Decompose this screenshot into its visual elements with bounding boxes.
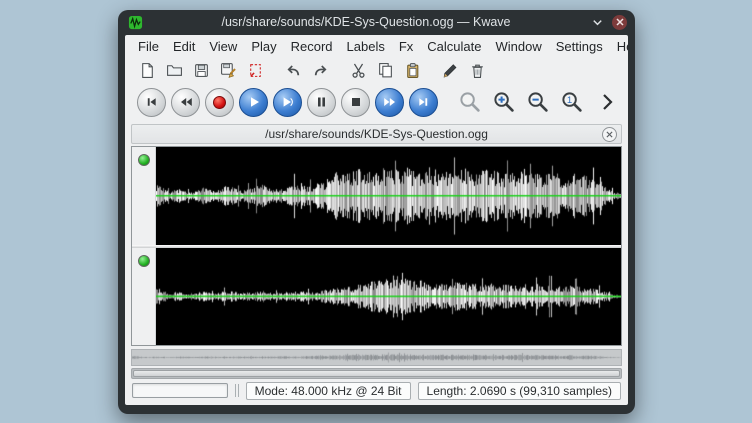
menubar: File Edit View Play Record Labels Fx Cal… <box>125 35 628 57</box>
record-icon <box>213 96 226 109</box>
toolbar-playback: 1 <box>125 83 628 123</box>
record-button[interactable] <box>205 88 234 117</box>
minimize-button[interactable] <box>588 13 606 31</box>
skip-to-end-icon <box>417 96 430 108</box>
window-content: File Edit View Play Record Labels Fx Cal… <box>125 35 628 405</box>
erase-button[interactable] <box>440 60 461 81</box>
redo-icon <box>312 62 329 79</box>
menu-settings[interactable]: Settings <box>549 38 610 56</box>
redo-button[interactable] <box>310 60 331 81</box>
menu-view[interactable]: View <box>202 38 244 56</box>
menu-labels[interactable]: Labels <box>340 38 392 56</box>
app-icon <box>126 13 144 31</box>
open-file-button[interactable] <box>164 60 185 81</box>
channel-1-waveform[interactable] <box>156 147 621 245</box>
undo-button[interactable] <box>283 60 304 81</box>
tab-close-button[interactable] <box>602 127 617 142</box>
stop-icon <box>351 97 361 107</box>
channel-2-enabled-led[interactable] <box>138 255 150 267</box>
zoom-in-icon <box>492 90 516 114</box>
save-file-button[interactable] <box>191 60 212 81</box>
desktop: { "window": { "title": "/usr/share/sound… <box>0 0 752 423</box>
menu-calculate[interactable]: Calculate <box>420 38 488 56</box>
signal-view <box>131 146 622 346</box>
menu-edit[interactable]: Edit <box>166 38 202 56</box>
zoom-toolbar-group: 1 <box>457 89 585 115</box>
zoom-selection-icon <box>458 90 482 114</box>
zoom-normal-icon: 1 <box>560 90 584 114</box>
fast-forward-icon <box>383 96 397 108</box>
menu-window[interactable]: Window <box>489 38 549 56</box>
cut-icon <box>350 62 367 79</box>
status-mode: Mode: 48.000 kHz @ 24 Bit <box>246 382 411 400</box>
play-loop-button[interactable] <box>273 88 302 117</box>
menu-help[interactable]: Help <box>610 38 628 56</box>
copy-button[interactable] <box>375 60 396 81</box>
menu-play[interactable]: Play <box>244 38 283 56</box>
menu-fx[interactable]: Fx <box>392 38 420 56</box>
stop-button[interactable] <box>341 88 370 117</box>
status-text-field <box>132 383 228 398</box>
svg-text:1: 1 <box>567 95 572 106</box>
erase-icon <box>442 62 459 79</box>
save-as-button[interactable] <box>218 60 239 81</box>
chevron-right-icon <box>600 92 614 112</box>
toolbar-edit <box>125 57 628 83</box>
save-as-icon <box>220 62 237 79</box>
horizontal-scrollbar[interactable] <box>131 368 622 379</box>
undo-icon <box>285 62 302 79</box>
channel-2-waveform[interactable] <box>156 248 621 346</box>
fast-forward-button[interactable] <box>375 88 404 117</box>
zoom-normal-button[interactable]: 1 <box>559 89 585 115</box>
play-loop-icon <box>281 96 294 108</box>
tab-label: /usr/share/sounds/KDE-Sys-Question.ogg <box>132 127 621 141</box>
delete-icon <box>469 62 486 79</box>
new-file-icon <box>139 62 156 79</box>
pause-button[interactable] <box>307 88 336 117</box>
zoom-out-button[interactable] <box>525 89 551 115</box>
channel-2 <box>132 248 621 346</box>
channel-1-enabled-led[interactable] <box>138 154 150 166</box>
menu-record[interactable]: Record <box>284 38 340 56</box>
kwave-window: /usr/share/sounds/KDE-Sys-Question.ogg —… <box>118 10 635 414</box>
pause-icon <box>316 96 327 108</box>
play-icon <box>248 96 260 108</box>
save-file-icon <box>193 62 210 79</box>
overview-waveform[interactable] <box>132 350 621 365</box>
window-title: /usr/share/sounds/KDE-Sys-Question.ogg —… <box>150 15 582 29</box>
rewind-icon <box>179 96 193 108</box>
new-file-button[interactable] <box>137 60 158 81</box>
scrollbar-thumb[interactable] <box>133 370 620 377</box>
close-icon <box>606 131 613 138</box>
skip-to-start-icon <box>145 96 158 108</box>
channel-1 <box>132 147 621 245</box>
overview-strip[interactable] <box>131 349 622 366</box>
titlebar[interactable]: /usr/share/sounds/KDE-Sys-Question.ogg —… <box>118 10 635 34</box>
zoom-out-icon <box>526 90 550 114</box>
channel-2-controls <box>132 248 156 346</box>
zoom-selection-button[interactable] <box>457 89 483 115</box>
channel-1-controls <box>132 147 156 245</box>
paste-icon <box>404 62 421 79</box>
statusbar: Mode: 48.000 kHz @ 24 Bit Length: 2.0690… <box>125 379 628 405</box>
skip-to-end-button[interactable] <box>409 88 438 117</box>
open-file-icon <box>166 62 183 79</box>
close-file-icon <box>247 62 264 79</box>
copy-icon <box>377 62 394 79</box>
rewind-button[interactable] <box>171 88 200 117</box>
play-button[interactable] <box>239 88 268 117</box>
statusbar-grip[interactable] <box>235 384 239 397</box>
menu-file[interactable]: File <box>131 38 166 56</box>
status-length: Length: 2.0690 s (99,310 samples) <box>418 382 621 400</box>
file-tab[interactable]: /usr/share/sounds/KDE-Sys-Question.ogg <box>131 124 622 144</box>
toolbar-extension-button[interactable] <box>600 92 616 112</box>
close-file-button[interactable] <box>245 60 266 81</box>
paste-button[interactable] <box>402 60 423 81</box>
skip-to-start-button[interactable] <box>137 88 166 117</box>
close-button[interactable] <box>612 15 627 30</box>
zoom-in-button[interactable] <box>491 89 517 115</box>
cut-button[interactable] <box>348 60 369 81</box>
delete-button[interactable] <box>467 60 488 81</box>
